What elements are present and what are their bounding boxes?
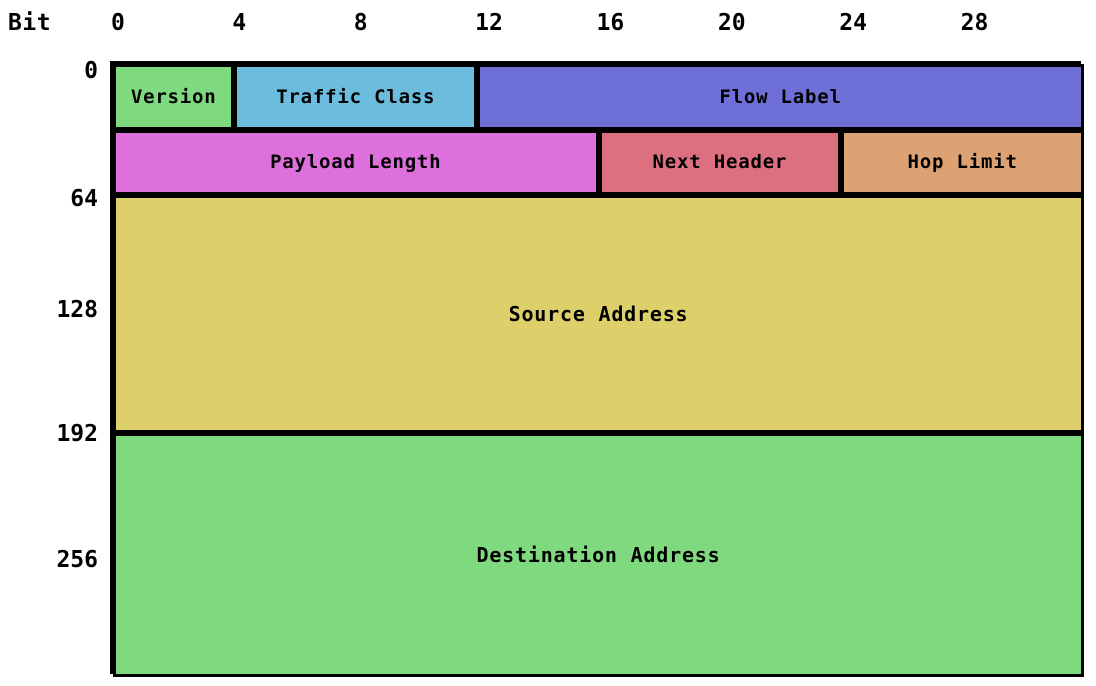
field-hop-limit: Hop Limit xyxy=(841,130,1084,195)
field-label-traffic-class: Traffic Class xyxy=(276,85,436,108)
bit-tick-8: 8 xyxy=(353,10,368,36)
field-label-source-address: Source Address xyxy=(508,302,689,326)
header-field-grid: Version Traffic Class Flow Label Payload Le… xyxy=(110,61,1084,677)
field-flow-label: Flow Label xyxy=(477,64,1084,130)
bit-tick-4: 4 xyxy=(232,10,247,36)
field-label-payload-length: Payload Length xyxy=(270,151,442,173)
offset-tick-64: 64 xyxy=(70,186,98,212)
field-next-header: Next Header xyxy=(598,130,842,195)
field-label-flow-label: Flow Label xyxy=(719,85,842,108)
offset-tick-128: 128 xyxy=(56,297,98,323)
bit-tick-12: 12 xyxy=(475,10,503,36)
bit-tick-24: 24 xyxy=(839,10,867,36)
bit-tick-28: 28 xyxy=(960,10,989,36)
field-traffic-class: Traffic Class xyxy=(234,64,478,130)
field-source-address: Source Address xyxy=(113,195,1084,433)
bit-tick-20: 20 xyxy=(717,10,746,36)
offset-tick-256: 256 xyxy=(56,547,98,573)
field-payload-length: Payload Length xyxy=(113,130,599,195)
bit-tick-16: 16 xyxy=(596,10,625,36)
bit-ruler: Bit 0 4 8 12 16 20 24 28 xyxy=(0,0,1096,58)
bit-tick-0: 0 xyxy=(111,10,125,36)
field-label-destination-address: Destination Address xyxy=(476,543,721,567)
field-label-version: Version xyxy=(130,85,217,108)
ipv6-header-diagram: Bit 0 4 8 12 16 20 24 28 0 64 128 192 256 Version Tr… xyxy=(0,0,1096,686)
bit-axis-label: Bit xyxy=(8,10,52,36)
offset-tick-192: 192 xyxy=(56,421,98,447)
field-destination-address: Destination Address xyxy=(113,433,1084,677)
field-label-hop-limit: Hop Limit xyxy=(907,151,1018,173)
field-label-next-header: Next Header xyxy=(652,151,788,173)
offset-tick-0: 0 xyxy=(84,58,98,84)
field-version: Version xyxy=(113,64,235,130)
